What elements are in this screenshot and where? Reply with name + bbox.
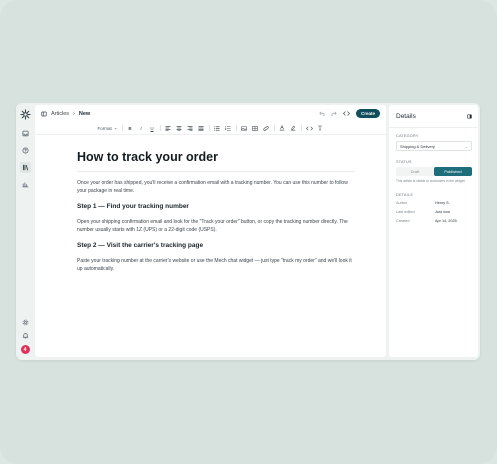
category-value: Shipping & Delivery bbox=[400, 143, 435, 149]
chevron-down-icon: ⌄ bbox=[113, 125, 118, 130]
toolbar-divider bbox=[300, 125, 302, 131]
toolbar-divider bbox=[159, 125, 161, 131]
gear-logo-icon[interactable] bbox=[19, 109, 31, 120]
breadcrumb: Articles › New bbox=[41, 111, 90, 117]
details-header: Details bbox=[389, 105, 478, 120]
avatar[interactable]: 4 bbox=[20, 345, 30, 354]
align-center-icon[interactable] bbox=[176, 125, 183, 132]
details-divider bbox=[389, 127, 478, 128]
breadcrumb-articles[interactable]: Articles bbox=[51, 111, 69, 117]
editor-panel: Articles › New Create Format ⌄ B I U How… bbox=[35, 105, 386, 357]
details-title: Details bbox=[396, 113, 416, 120]
toolbar-divider bbox=[235, 125, 237, 131]
title-divider bbox=[77, 171, 355, 172]
article-body[interactable]: How to track your order Once your order … bbox=[77, 150, 355, 281]
detail-key: Created bbox=[396, 219, 410, 223]
step1-heading[interactable]: Step 1 — Find your tracking number bbox=[77, 203, 355, 210]
breadcrumb-separator-icon: › bbox=[73, 110, 75, 117]
status-note: This article is visible to customers in … bbox=[396, 179, 466, 183]
reports-icon[interactable] bbox=[20, 179, 31, 190]
detail-key: Last edited bbox=[396, 210, 415, 214]
code-view-icon[interactable] bbox=[343, 111, 350, 116]
step2-heading[interactable]: Step 2 — Visit the carrier's tracking pa… bbox=[77, 242, 355, 249]
toolbar-divider-line bbox=[35, 134, 386, 135]
article-title[interactable]: How to track your order bbox=[77, 150, 355, 164]
breadcrumb-current: New bbox=[78, 110, 91, 117]
numbered-list-icon[interactable] bbox=[225, 125, 232, 132]
highlight-icon[interactable] bbox=[290, 125, 297, 132]
image-icon[interactable] bbox=[241, 125, 248, 132]
status-toggle: Draft Published bbox=[396, 167, 472, 176]
settings-icon[interactable] bbox=[22, 319, 29, 326]
collapse-panel-icon[interactable] bbox=[467, 114, 472, 119]
underline-icon[interactable]: U bbox=[149, 125, 156, 132]
detail-value: Apr 14, 2025 bbox=[435, 219, 457, 223]
align-left-icon[interactable] bbox=[165, 125, 172, 132]
detail-row-author: Author Henry S. bbox=[396, 200, 471, 207]
left-rail: 4 bbox=[16, 103, 34, 360]
status-draft[interactable]: Draft bbox=[396, 167, 434, 176]
details-panel: Details CATEGORY Shipping & Delivery ⌄ S… bbox=[389, 105, 478, 357]
detail-row-created: Created Apr 14, 2025 bbox=[396, 218, 471, 225]
article-intro[interactable]: Once your order has shipped, you'll rece… bbox=[77, 180, 355, 195]
text-color-icon[interactable] bbox=[279, 125, 286, 132]
clear-format-icon[interactable] bbox=[317, 125, 324, 132]
format-toolbar: Format ⌄ B I U bbox=[35, 122, 386, 134]
bell-icon[interactable] bbox=[22, 332, 29, 339]
toolbar-divider bbox=[208, 125, 210, 131]
topbar-actions: Create bbox=[319, 109, 380, 118]
app-window: 4 Articles › New Create Format ⌄ B I U H… bbox=[16, 103, 480, 360]
notification-badge: 4 bbox=[23, 346, 27, 353]
toolbar-divider bbox=[273, 125, 275, 131]
rail-nav bbox=[19, 128, 31, 190]
create-button[interactable]: Create bbox=[355, 109, 380, 118]
category-select[interactable]: Shipping & Delivery ⌄ bbox=[396, 141, 472, 151]
help-icon[interactable] bbox=[20, 145, 31, 156]
detail-row-last-edited: Last edited Just now bbox=[396, 209, 471, 216]
step1-body[interactable]: Open your shipping confirmation email an… bbox=[77, 219, 355, 234]
detail-value: Just now bbox=[435, 210, 450, 214]
inbox-icon[interactable] bbox=[20, 128, 31, 139]
category-label: CATEGORY bbox=[396, 134, 419, 138]
chevron-down-icon: ⌄ bbox=[464, 143, 468, 149]
details-label: DETAILS bbox=[396, 193, 413, 197]
step2-body[interactable]: Paste your tracking number at the carrie… bbox=[77, 258, 355, 273]
sidebar-toggle-icon[interactable] bbox=[41, 111, 47, 117]
align-right-icon[interactable] bbox=[187, 125, 194, 132]
editor-topbar: Articles › New Create bbox=[35, 105, 386, 122]
code-icon[interactable] bbox=[305, 125, 313, 132]
detail-value: Henry S. bbox=[435, 201, 450, 205]
bold-icon[interactable]: B bbox=[127, 125, 134, 132]
bullet-list-icon[interactable] bbox=[214, 125, 221, 132]
undo-icon[interactable] bbox=[319, 111, 325, 116]
toolbar-divider bbox=[121, 125, 123, 131]
link-icon[interactable] bbox=[263, 125, 270, 132]
align-justify-icon[interactable] bbox=[198, 125, 205, 132]
format-dropdown[interactable]: Format ⌄ bbox=[97, 125, 117, 131]
italic-icon[interactable]: I bbox=[138, 125, 145, 132]
detail-key: Author bbox=[396, 201, 408, 205]
format-label: Format bbox=[97, 125, 112, 131]
redo-icon[interactable] bbox=[331, 111, 337, 116]
status-label: STATUS bbox=[396, 160, 412, 164]
table-icon[interactable] bbox=[252, 125, 259, 132]
status-published[interactable]: Published bbox=[434, 167, 472, 176]
rail-bottom: 4 bbox=[20, 319, 30, 354]
library-icon[interactable] bbox=[19, 162, 31, 173]
